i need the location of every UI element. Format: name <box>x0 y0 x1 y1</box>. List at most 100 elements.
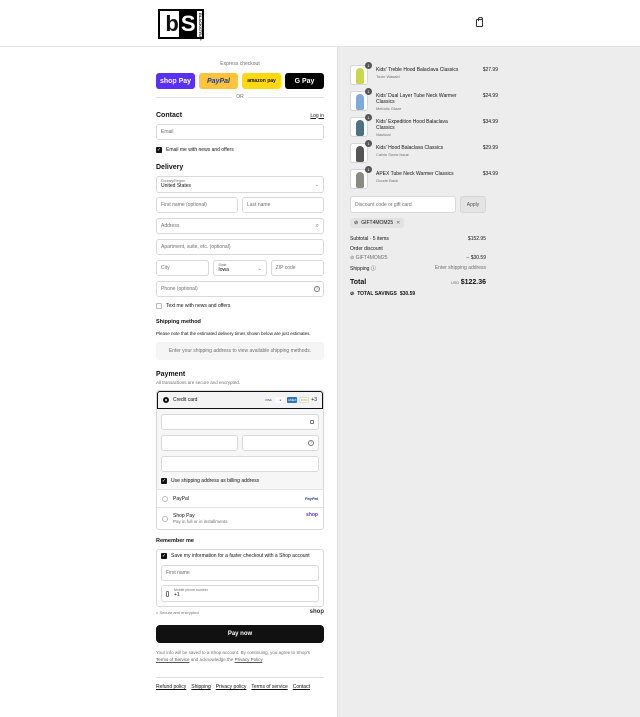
text-news-label: Text me with news and offers <box>166 303 231 309</box>
billing-label: Use shipping address as billing address <box>171 478 260 484</box>
search-icon: ⌕ <box>315 222 319 229</box>
remove-discount-icon[interactable]: ✕ <box>396 220 400 226</box>
mobile-phone-field[interactable]: Mobile phone number +1 <box>161 585 319 602</box>
item-name: APEX Tube Neck Warmer Classics <box>376 171 454 177</box>
terms-of-service-link[interactable]: Terms of service <box>251 684 287 690</box>
phone-icon <box>166 591 169 597</box>
credit-card-option[interactable]: Credit card VISA ● AMEX DISC +3 <box>157 391 323 409</box>
zip-field[interactable]: ZIP code <box>270 260 324 276</box>
last-name-field[interactable]: Last name <box>242 197 324 213</box>
subtotal-row: Subtotal · 5 items $152.95 <box>350 236 486 242</box>
currency: USD <box>450 280 460 285</box>
discount-code-row: ⊘ GIFT4MOM25 − $30.59 <box>350 255 486 261</box>
remember-box: ✓ Save my information for a faster checko… <box>156 549 324 607</box>
shopping-bag-icon[interactable] <box>476 17 483 27</box>
help-icon: ⓘ <box>370 266 376 272</box>
item-price: $24.99 <box>482 93 498 99</box>
product-image <box>356 172 364 188</box>
payment-subtitle: All transactions are secure and encrypte… <box>156 380 241 385</box>
refund-policy-link[interactable]: Refund policy <box>156 684 186 690</box>
expiration-field[interactable] <box>161 435 238 451</box>
help-icon: ? <box>314 286 320 292</box>
paypal-option[interactable]: PayPal PayPal <box>157 489 323 507</box>
tag-icon: ⊘ <box>350 291 355 297</box>
item-variant: Calvin Snow Issue <box>376 152 409 157</box>
checkbox-checked-icon: ✓ <box>161 553 167 559</box>
blackstrap-logo[interactable]: bSbSBLACKSTRAP <box>158 9 204 41</box>
discount-tag: ⊘ GIFT4MOM25 ✕ <box>350 218 405 228</box>
order-discount-row: Order discount <box>350 246 486 252</box>
shipping-link[interactable]: Shipping <box>191 684 210 690</box>
terms-link[interactable]: Terms of Service <box>156 657 190 662</box>
address-field[interactable]: Address ⌕ <box>156 218 324 234</box>
payment-methods: Credit card VISA ● AMEX DISC +3 ? ✓ Use s… <box>156 390 324 530</box>
shipping-note: Please note that the estimated delivery … <box>156 331 311 336</box>
total-value: $122.36 <box>460 279 486 286</box>
shoppay-option[interactable]: Shop Pay Pay in full or in installments s… <box>157 507 323 529</box>
billing-checkbox[interactable]: ✓ Use shipping address as billing address <box>161 478 319 484</box>
text-news-checkbox[interactable]: Text me with news and offers <box>156 303 324 309</box>
discover-icon: DISC <box>299 397 310 403</box>
subtotal-value: $152.95 <box>467 236 486 242</box>
shop-logo: shop <box>309 609 324 615</box>
delivery-title: Delivery <box>156 164 184 171</box>
savings-row: ⊘ TOTAL SAVINGS $30.59 <box>350 291 415 297</box>
cart-item: 1 Kids' Expedition Hood Balaclava Classi… <box>350 114 498 137</box>
header: bSbSBLACKSTRAP <box>0 0 640 47</box>
quantity-badge: 1 <box>365 140 372 147</box>
item-name: Kids' Hood Balaclava Classics <box>376 145 444 151</box>
phone-field[interactable]: Phone (optional)? <box>156 281 324 297</box>
discount-row: Discount code or gift card Apply <box>350 196 486 213</box>
item-price: $29.99 <box>482 145 498 151</box>
card-fields: ? ✓ Use shipping address as billing addre… <box>157 409 323 489</box>
legal-intro: Your info will be saved to a Shop accoun… <box>156 650 311 655</box>
amazon-pay-button[interactable]: amazon pay <box>242 73 281 89</box>
card-number-field[interactable] <box>161 414 319 430</box>
discount-code-field[interactable]: Discount code or gift card <box>350 196 456 213</box>
cart-item: 1 APEX Tube Neck Warmer Classics Goode Ba… <box>350 166 498 189</box>
name-on-card-field[interactable] <box>161 456 319 472</box>
product-image <box>356 120 364 136</box>
paypal-button[interactable]: PayPal <box>199 73 238 89</box>
shipping-row: Shipping ⓘ Enter shipping address <box>350 265 486 272</box>
help-icon: ? <box>308 440 314 446</box>
country-select[interactable]: Country/Region United States ⌄ <box>156 176 324 193</box>
shop-pay-button[interactable]: shop Pay <box>156 73 195 89</box>
email-news-checkbox[interactable]: ✓ Email me with news and offers <box>156 147 324 153</box>
quantity-badge: 1 <box>365 62 372 69</box>
contact-title: Contact <box>156 112 183 119</box>
express-checkout-label: Express checkout <box>220 61 260 67</box>
apartment-field[interactable]: Apartment, suite, etc. (optional) <box>156 239 324 255</box>
security-code-field[interactable]: ? <box>242 435 319 451</box>
pay-now-button[interactable]: Pay now <box>156 625 324 643</box>
privacy-policy-link[interactable]: Privacy policy <box>216 684 247 690</box>
or-divider: OR <box>156 94 324 100</box>
secure-row: ◐ Secure and encrypted shop <box>156 609 324 615</box>
tag-icon: ⊘ <box>354 220 359 226</box>
google-pay-button[interactable]: G Pay <box>285 73 324 89</box>
shoppay-logo: shop <box>306 512 318 518</box>
legal-text: Your info will be saved to a Shop accoun… <box>156 649 324 663</box>
cart-item: 1 Kids' Treble Hood Balaclava Classics To… <box>350 62 498 85</box>
product-image <box>356 68 364 84</box>
city-field[interactable]: City <box>156 260 210 276</box>
legal-mid: and acknowledge the <box>190 657 234 662</box>
item-price: $27.99 <box>482 67 498 73</box>
login-link[interactable]: Log in <box>310 113 324 119</box>
name-row: First name (optional) Last name <box>156 197 324 213</box>
phone-value: +1 <box>174 592 180 598</box>
shop-first-name-field[interactable]: First name <box>161 565 319 581</box>
email-news-label: Email me with news and offers <box>166 147 234 153</box>
item-name: Kids' Expedition Hood Balaclava Classics <box>376 119 448 131</box>
contact-link[interactable]: Contact <box>293 684 310 690</box>
email-field[interactable]: Email <box>156 124 324 140</box>
privacy-link[interactable]: Privacy Policy <box>235 657 263 662</box>
first-name-field[interactable]: First name (optional) <box>156 197 238 213</box>
item-name-block: Kids' Dual Layer Tube Neck Warmer Classi… <box>376 93 464 112</box>
state-select[interactable]: State Iowa ⌄ <box>213 260 267 276</box>
credit-card-label: Credit card <box>173 397 198 403</box>
save-info-checkbox[interactable]: ✓ Save my information for a faster checko… <box>161 553 319 559</box>
shipping-value: Enter shipping address <box>434 265 486 271</box>
apply-button[interactable]: Apply <box>460 196 486 213</box>
radio-selected-icon <box>163 397 169 403</box>
